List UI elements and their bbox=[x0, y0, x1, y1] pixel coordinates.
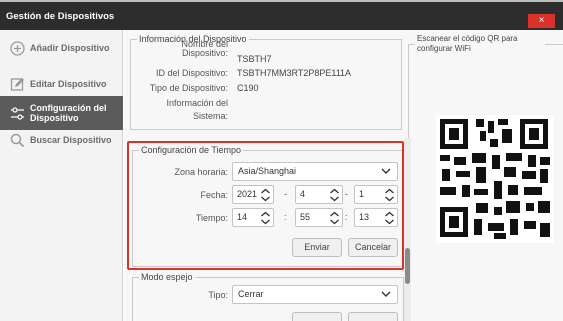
title-bar: Gestión de Dispositivos × bbox=[0, 0, 563, 30]
chevron-down-icon bbox=[381, 291, 391, 297]
time-separator: : bbox=[345, 212, 348, 222]
plus-circle-icon bbox=[9, 40, 25, 56]
mirror-type-label: Tipo: bbox=[208, 290, 228, 300]
device-id-value: TSBTH7MM3RT2P8PE111A bbox=[237, 68, 352, 78]
close-button[interactable]: × bbox=[528, 14, 555, 28]
month-value: 4 bbox=[300, 189, 306, 199]
hour-stepper[interactable]: 14 bbox=[232, 208, 274, 227]
send-button[interactable]: Enviar bbox=[292, 238, 342, 257]
stepper-arrows-icon[interactable] bbox=[384, 188, 395, 202]
sidebar-item-label: Configuración del Dispositivo bbox=[30, 103, 107, 123]
sidebar-item-label: Editar Dispositivo bbox=[30, 79, 107, 89]
scrollbar-track[interactable] bbox=[404, 138, 411, 321]
hour-value: 14 bbox=[237, 212, 248, 222]
qr-legend: Escanear el código QR para configurar Wi… bbox=[417, 34, 518, 53]
scrollbar-thumb[interactable] bbox=[405, 248, 410, 284]
stepper-arrows-icon[interactable] bbox=[329, 188, 340, 202]
sidebar-item-add-device[interactable]: Añadir Dispositivo bbox=[0, 30, 123, 66]
date-separator: - bbox=[284, 189, 287, 199]
minute-stepper[interactable]: 55 bbox=[295, 208, 343, 227]
second-stepper[interactable]: 13 bbox=[354, 208, 398, 227]
stepper-arrows-icon[interactable] bbox=[260, 211, 271, 225]
month-stepper[interactable]: 4 bbox=[295, 185, 343, 204]
year-stepper[interactable]: 2021 bbox=[232, 185, 274, 204]
cancel-button[interactable]: Cancelar bbox=[348, 238, 398, 257]
minute-value: 55 bbox=[300, 212, 311, 222]
device-name-value: TSBTH7 bbox=[237, 54, 272, 64]
mirror-cancel-button[interactable] bbox=[348, 312, 398, 321]
device-id-label: ID del Dispositivo: bbox=[155, 68, 228, 78]
time-label: Tiempo: bbox=[195, 213, 228, 223]
chevron-down-icon bbox=[381, 168, 391, 174]
qr-code-image bbox=[436, 115, 554, 243]
sidebar-item-label-line1: Configuración del bbox=[30, 103, 107, 113]
sidebar-item-search-device[interactable]: Buscar Dispositivo bbox=[0, 122, 123, 158]
mirror-send-button[interactable] bbox=[292, 312, 342, 321]
stepper-arrows-icon[interactable] bbox=[329, 211, 340, 225]
date-label: Fecha: bbox=[200, 190, 228, 200]
device-type-label: Tipo de Dispositivo: bbox=[149, 83, 228, 93]
window-title: Gestión de Dispositivos bbox=[6, 11, 115, 22]
mirror-mode-legend: Modo espejo bbox=[141, 272, 193, 282]
time-separator: : bbox=[284, 212, 287, 222]
device-name-label: Nombre del Dispositivo: bbox=[181, 39, 228, 58]
day-stepper[interactable]: 1 bbox=[354, 185, 398, 204]
sidebar-item-label: Buscar Dispositivo bbox=[30, 135, 112, 145]
system-info-label-line2: Sistema: bbox=[192, 111, 228, 121]
stepper-arrows-icon[interactable] bbox=[260, 188, 271, 202]
sidebar-item-label: Añadir Dispositivo bbox=[30, 43, 110, 53]
edit-icon bbox=[9, 76, 25, 92]
date-separator: - bbox=[345, 189, 348, 199]
system-info-label-line1: Información del bbox=[166, 98, 228, 108]
mirror-type-select[interactable]: Cerrar bbox=[232, 285, 398, 304]
day-value: 1 bbox=[359, 189, 365, 199]
timezone-select[interactable]: Asia/Shanghai bbox=[232, 162, 398, 181]
second-value: 13 bbox=[359, 212, 370, 222]
timezone-label: Zona horaria: bbox=[174, 167, 228, 177]
stepper-arrows-icon[interactable] bbox=[384, 211, 395, 225]
year-value: 2021 bbox=[237, 189, 258, 199]
device-type-value: C190 bbox=[237, 83, 259, 93]
search-icon bbox=[9, 132, 25, 148]
mirror-type-value: Cerrar bbox=[238, 289, 264, 299]
sidebar: Añadir Dispositivo Editar Dispositivo Co… bbox=[0, 30, 123, 321]
sliders-icon bbox=[9, 105, 25, 121]
timezone-value: Asia/Shanghai bbox=[238, 166, 297, 176]
